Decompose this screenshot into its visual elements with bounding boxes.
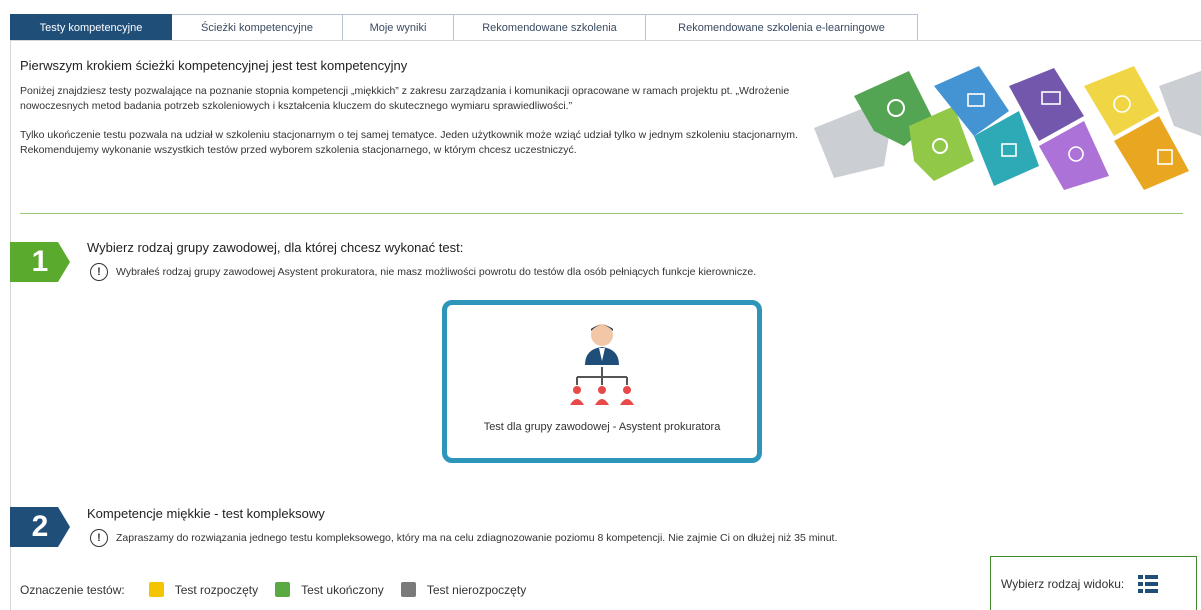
test-card-label: Test dla grupy zawodowej - Asystent prok… bbox=[483, 421, 721, 433]
legend-item-started: Test rozpoczęty bbox=[148, 582, 259, 597]
swatch-yellow bbox=[148, 582, 164, 597]
tab-testy-kompetencyjne[interactable]: Testy kompetencyjne bbox=[10, 14, 172, 40]
view-selector-label: Wybierz rodzaj widoku: bbox=[1001, 576, 1125, 591]
step-2-info-text: Zapraszamy do rozwiązania jednego testu … bbox=[116, 532, 838, 544]
legend-item-finished: Test ukończony bbox=[275, 582, 384, 597]
tab-moje-wyniki[interactable]: Moje wyniki bbox=[343, 14, 454, 40]
view-selector: Wybierz rodzaj widoku: bbox=[990, 556, 1197, 610]
step-1-badge: 1 bbox=[10, 242, 70, 282]
step-2-title: Kompetencje miękkie - test kompleksowy bbox=[87, 506, 325, 521]
step-1-info-text: Wybrałeś rodzaj grupy zawodowej Asystent… bbox=[116, 266, 757, 278]
list-view-icon[interactable] bbox=[1138, 574, 1159, 593]
swatch-green bbox=[275, 582, 291, 597]
test-card-asystent-prokuratora[interactable]: Test dla grupy zawodowej - Asystent prok… bbox=[442, 300, 762, 463]
tab-sciezki-kompetencyjne[interactable]: Ścieżki kompetencyjne bbox=[172, 14, 343, 40]
org-chart-icon bbox=[570, 324, 634, 405]
tab-bar: Testy kompetencyjne Ścieżki kompetencyjn… bbox=[10, 14, 918, 40]
legend-item-label: Test rozpoczęty bbox=[174, 582, 259, 597]
info-icon: ! bbox=[90, 263, 108, 281]
intro-paragraph-1: Poniżej znajdziesz testy pozwalające na … bbox=[20, 85, 790, 112]
puzzle-illustration bbox=[814, 66, 1201, 190]
tab-rekomendowane-szkolenia[interactable]: Rekomendowane szkolenia bbox=[454, 14, 646, 40]
legend-item-label: Test ukończony bbox=[301, 582, 384, 597]
step-1-title: Wybierz rodzaj grupy zawodowej, dla któr… bbox=[87, 240, 464, 255]
legend-item-label: Test nierozpoczęty bbox=[426, 582, 527, 597]
test-legend: Oznaczenie testów: Test rozpoczęty Test … bbox=[20, 582, 543, 597]
info-icon: ! bbox=[90, 529, 108, 547]
intro-title: Pierwszym krokiem ścieżki kompetencyjnej… bbox=[20, 58, 408, 73]
section-divider bbox=[20, 213, 1183, 214]
step-2-badge: 2 bbox=[10, 507, 70, 547]
swatch-gray bbox=[400, 582, 416, 597]
tab-rekomendowane-szkolenia-elearning[interactable]: Rekomendowane szkolenia e-learningowe bbox=[646, 14, 918, 40]
step-1-info: ! Wybrałeś rodzaj grupy zawodowej Asyste… bbox=[90, 263, 756, 281]
step-2-info: ! Zapraszamy do rozwiązania jednego test… bbox=[90, 529, 837, 547]
legend-item-not-started: Test nierozpoczęty bbox=[400, 582, 527, 597]
intro-paragraph-2: Tylko ukończenie testu pozwala na udział… bbox=[20, 129, 798, 156]
legend-label: Oznaczenie testów: bbox=[20, 582, 125, 597]
